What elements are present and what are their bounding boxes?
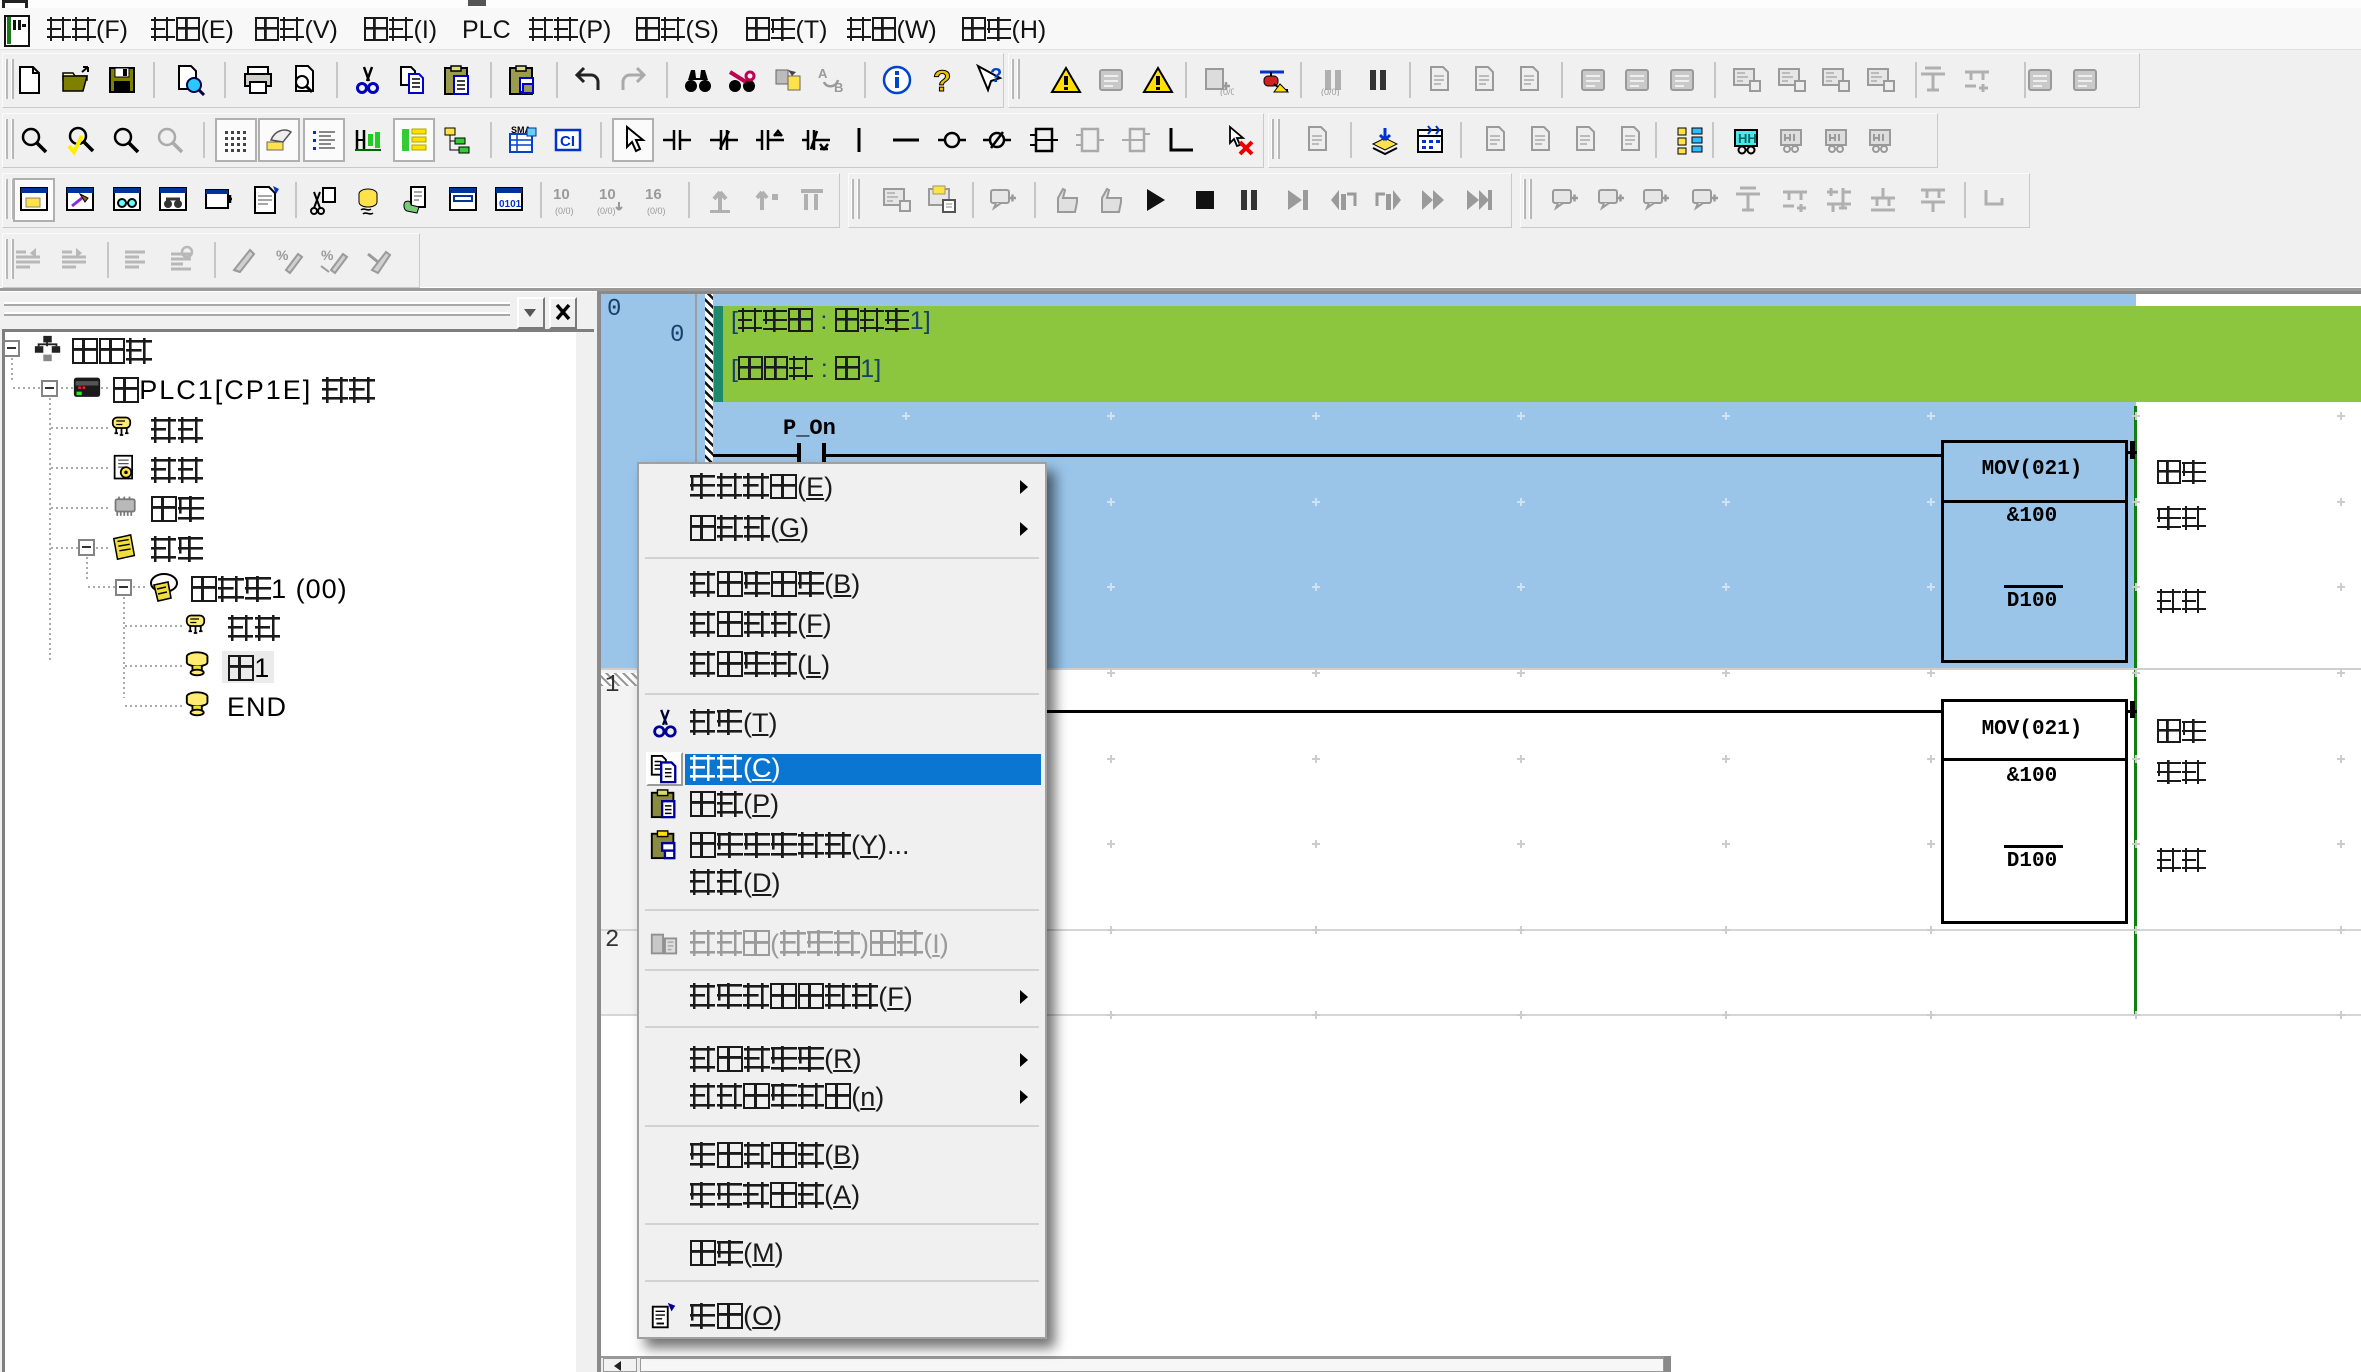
svg-text:(0/0): (0/0) — [1220, 87, 1234, 96]
svg-text:%: % — [321, 247, 334, 263]
svg-text:%: % — [276, 247, 289, 263]
svg-text:0101: 0101 — [499, 199, 522, 210]
svg-text:(0/0): (0/0) — [1321, 87, 1340, 96]
svg-text:(0/0): (0/0) — [555, 206, 574, 216]
svg-text:16: 16 — [645, 186, 662, 203]
svg-text:?: ? — [990, 65, 1002, 87]
svg-text:(0/0): (0/0) — [597, 206, 616, 216]
svg-text:(0/0): (0/0) — [647, 206, 666, 216]
svg-text:B: B — [834, 80, 843, 95]
svg-text:HH: HH — [1738, 131, 1757, 146]
svg-text:10: 10 — [599, 186, 616, 203]
svg-text:CI: CI — [560, 133, 575, 150]
svg-text:10: 10 — [553, 186, 570, 203]
svg-text:A: A — [818, 66, 828, 81]
svg-text:?: ? — [933, 65, 951, 96]
